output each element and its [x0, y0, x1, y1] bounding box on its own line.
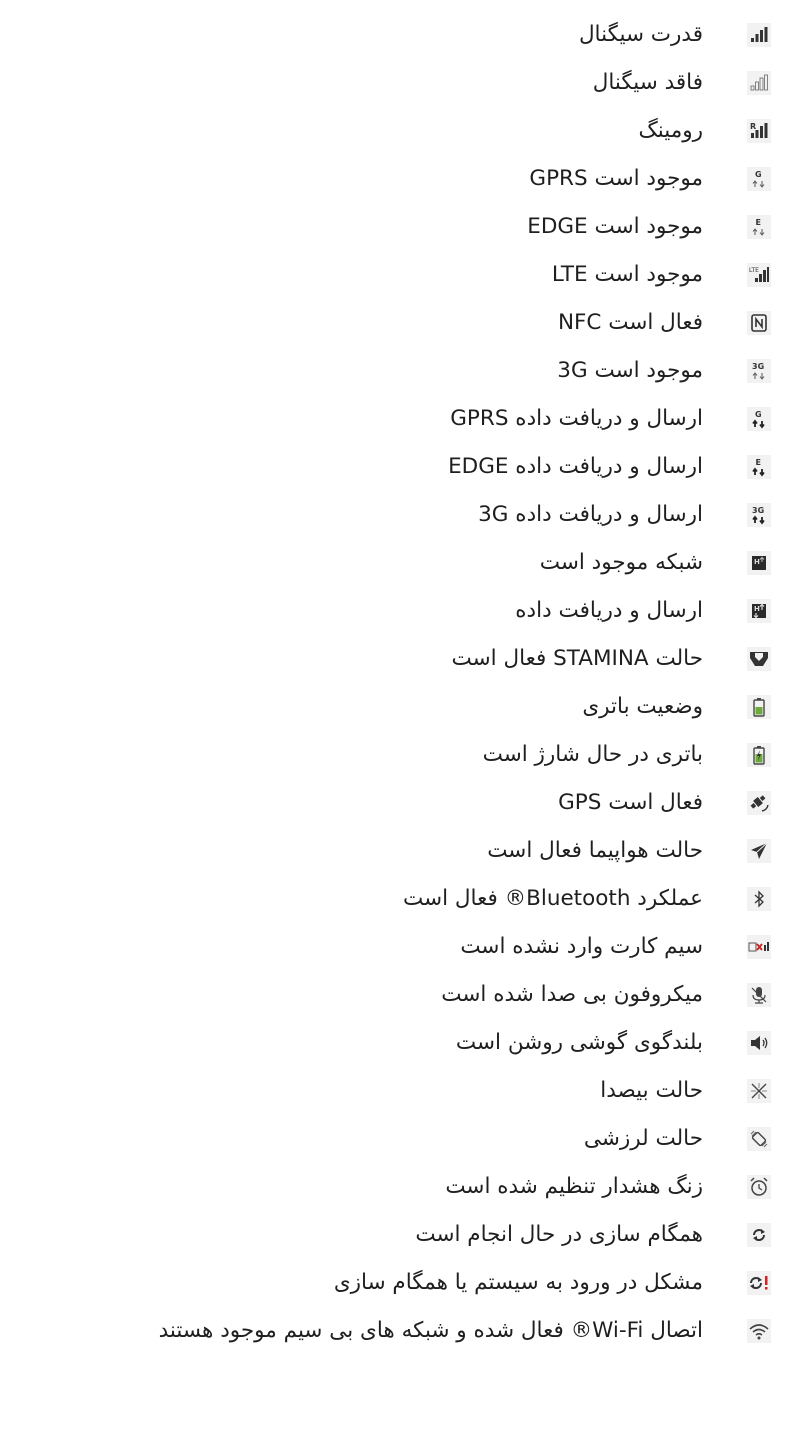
svg-text:E: E — [756, 218, 761, 227]
list-item: عملکرد Bluetooth® فعال است — [0, 875, 785, 923]
mic-muted-icon — [747, 983, 771, 1007]
list-item: مشکل در ورود به سیستم یا همگام سازی — [0, 1259, 785, 1307]
svg-text:LTE: LTE — [749, 267, 759, 274]
airplane-mode-icon — [747, 839, 771, 863]
nfc-icon — [747, 311, 771, 335]
list-item: اتصال Wi-Fi® فعال شده و شبکه های بی سیم … — [0, 1307, 785, 1355]
no-sim-icon — [747, 935, 771, 959]
list-item: NFC فعال است — [0, 299, 785, 347]
list-item: E ارسال و دریافت داده EDGE — [0, 443, 785, 491]
silent-mode-icon — [747, 1079, 771, 1103]
sync-error-icon — [747, 1271, 771, 1295]
wifi-icon — [747, 1319, 771, 1343]
list-item: میکروفون بی صدا شده است — [0, 971, 785, 1019]
list-item-label: میکروفون بی صدا شده است — [441, 982, 703, 1007]
list-item-label: بلندگوی گوشی روشن است — [455, 1030, 703, 1055]
battery-charging-icon — [747, 743, 771, 767]
edge-data-icon: E — [747, 455, 771, 479]
list-item: R رومینگ — [0, 107, 785, 155]
battery-status-icon — [747, 695, 771, 719]
list-item: زنگ هشدار تنظیم شده است — [0, 1163, 785, 1211]
svg-text:H: H — [754, 605, 760, 613]
list-item-label: ارسال و دریافت داده 3G — [478, 502, 703, 527]
signal-strength-icon — [747, 23, 771, 47]
list-item-label: زنگ هشدار تنظیم شده است — [445, 1174, 703, 1199]
speakerphone-icon — [747, 1031, 771, 1055]
list-item-label: اتصال Wi-Fi® فعال شده و شبکه های بی سیم … — [158, 1318, 703, 1343]
svg-text:H: H — [754, 558, 760, 566]
list-item: فاقد سیگنال — [0, 59, 785, 107]
3g-data-icon: 3G — [747, 503, 771, 527]
list-item: باتری در حال شارژ است — [0, 731, 785, 779]
edge-available-icon: E — [747, 215, 771, 239]
gps-icon — [747, 791, 771, 815]
network-data-icon: H — [747, 599, 771, 623]
list-item-label: حالت STAMINA فعال است — [451, 646, 703, 671]
list-item-label: باتری در حال شارژ است — [482, 742, 703, 767]
alarm-icon — [747, 1175, 771, 1199]
list-item-label: NFC فعال است — [557, 310, 703, 335]
list-item: سیم کارت وارد نشده است — [0, 923, 785, 971]
list-item-label: ارسال و دریافت داده GPRS — [450, 406, 703, 431]
network-available-icon: H — [747, 551, 771, 575]
roaming-icon: R — [747, 119, 771, 143]
vibrate-mode-icon — [747, 1127, 771, 1151]
list-item: LTE LTE موجود است — [0, 251, 785, 299]
list-item-label: قدرت سیگنال — [578, 22, 703, 47]
list-item: H شبکه موجود است — [0, 539, 785, 587]
list-item: همگام سازی در حال انجام است — [0, 1211, 785, 1259]
status-icon-list: قدرت سیگنال فاقد سیگنال R رومینگ G GPRS … — [0, 0, 785, 1434]
list-item-label: مشکل در ورود به سیستم یا همگام سازی — [333, 1270, 703, 1295]
list-item-label: سیم کارت وارد نشده است — [460, 934, 703, 959]
3g-available-icon: 3G — [747, 359, 771, 383]
list-item-label: EDGE موجود است — [527, 214, 703, 239]
list-item: حالت هواپیما فعال است — [0, 827, 785, 875]
list-item: حالت بیصدا — [0, 1067, 785, 1115]
list-item: E EDGE موجود است — [0, 203, 785, 251]
list-item-label: شبکه موجود است — [539, 550, 703, 575]
list-item-label: 3G موجود است — [557, 358, 703, 383]
svg-text:R: R — [750, 122, 756, 131]
list-item: حالت لرزشی — [0, 1115, 785, 1163]
list-item-label: حالت لرزشی — [583, 1126, 703, 1151]
list-item: 3G 3G موجود است — [0, 347, 785, 395]
sync-icon — [747, 1223, 771, 1247]
svg-text:G: G — [755, 410, 762, 419]
list-item-label: فاقد سیگنال — [592, 70, 703, 95]
list-item: بلندگوی گوشی روشن است — [0, 1019, 785, 1067]
list-item: حالت STAMINA فعال است — [0, 635, 785, 683]
list-item-label: همگام سازی در حال انجام است — [415, 1222, 703, 1247]
svg-text:3G: 3G — [752, 506, 764, 515]
list-item: G ارسال و دریافت داده GPRS — [0, 395, 785, 443]
list-item: H ارسال و دریافت داده — [0, 587, 785, 635]
no-signal-icon — [747, 71, 771, 95]
list-item-label: رومینگ — [638, 118, 704, 143]
list-item-label: وضعیت باتری — [582, 694, 703, 719]
svg-text:E: E — [756, 458, 761, 467]
stamina-icon — [747, 647, 771, 671]
lte-available-icon: LTE — [747, 263, 771, 287]
list-item: قدرت سیگنال — [0, 11, 785, 59]
list-item: G GPRS موجود است — [0, 155, 785, 203]
svg-text:G: G — [755, 170, 762, 179]
list-item: 3G ارسال و دریافت داده 3G — [0, 491, 785, 539]
list-item: GPS فعال است — [0, 779, 785, 827]
list-item-label: LTE موجود است — [551, 262, 703, 287]
list-item: وضعیت باتری — [0, 683, 785, 731]
gprs-available-icon: G — [747, 167, 771, 191]
list-item-label: عملکرد Bluetooth® فعال است — [403, 886, 703, 911]
gprs-data-icon: G — [747, 407, 771, 431]
list-item-label: ارسال و دریافت داده — [515, 598, 703, 623]
svg-text:3G: 3G — [752, 362, 764, 371]
list-item-label: ارسال و دریافت داده EDGE — [448, 454, 703, 479]
list-item-label: GPRS موجود است — [529, 166, 703, 191]
bluetooth-icon — [747, 887, 771, 911]
list-item-label: حالت بیصدا — [600, 1078, 703, 1103]
list-item-label: حالت هواپیما فعال است — [487, 838, 703, 863]
list-item-label: GPS فعال است — [558, 790, 703, 815]
